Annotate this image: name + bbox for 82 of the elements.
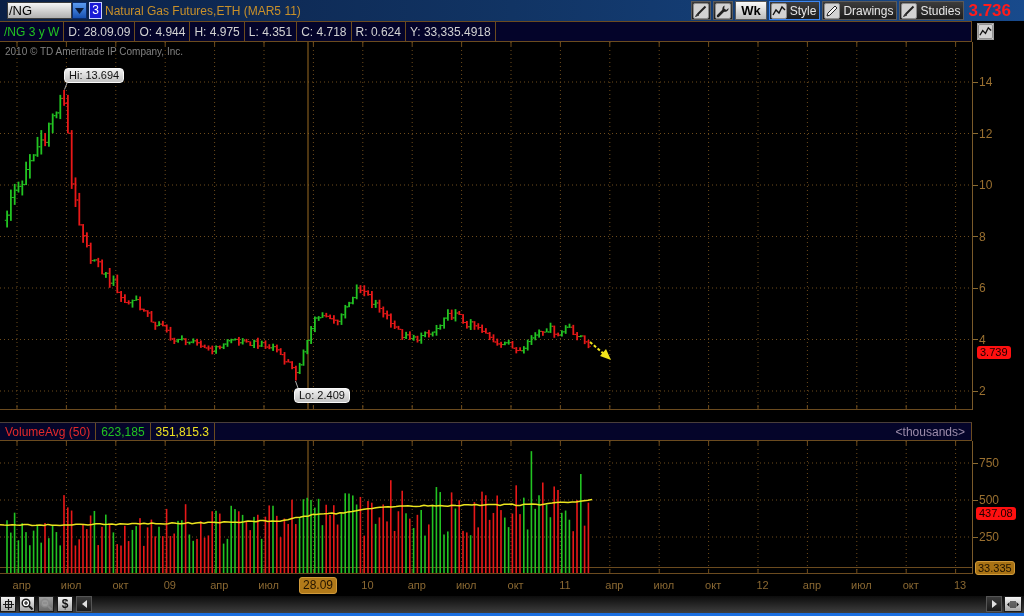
time-axis-label: 10 [361, 579, 374, 591]
quote-value: L: 4.351 [244, 22, 298, 41]
price-axis-label: 10 [979, 179, 993, 191]
units-label: <thousands> [895, 423, 966, 440]
chart-button[interactable] [977, 23, 994, 40]
last-price-marker: 3.739 [977, 346, 1011, 359]
time-axis-label: июл [851, 579, 872, 591]
number-button[interactable]: 3 [89, 2, 102, 19]
time-axis-label: апр [407, 579, 426, 591]
style-button[interactable]: Style [768, 1, 821, 20]
scroll-right-button[interactable] [986, 596, 1002, 612]
cursor-date-label: 28.09 [299, 576, 338, 594]
price-axis-label: 2 [979, 385, 986, 397]
zoom-out-icon [40, 598, 52, 610]
currency-button[interactable]: $ [57, 596, 73, 612]
fit-width-button[interactable] [1004, 596, 1022, 612]
price-axis-label: 12 [979, 127, 993, 140]
time-axis-label: окт [112, 579, 129, 591]
scroll-left-button[interactable] [76, 596, 92, 612]
settings-button[interactable] [713, 1, 734, 20]
high-price-label: Hi: 13.694 [64, 68, 125, 83]
pen-icon [693, 2, 710, 19]
time-axis-label: окт [902, 579, 919, 591]
time-axis-label: июл [60, 579, 82, 591]
leader-line [64, 82, 68, 90]
last-volume-marker: 437.08 [976, 507, 1016, 520]
crosshair-icon [2, 598, 14, 610]
wrench-icon [715, 2, 732, 19]
volume-value: 623,185 [96, 423, 151, 440]
price-axis-label: 8 [979, 230, 986, 243]
time-axis-label: 13 [954, 579, 967, 591]
quote-value: O: 4.944 [135, 22, 191, 41]
time-axis-label: 11 [559, 579, 571, 591]
quote-value: C: 4.718 [297, 22, 352, 41]
volume-axis-label: 750 [979, 457, 1000, 469]
studies-button[interactable]: Studies [899, 1, 965, 20]
aggregation-button[interactable]: Wk [735, 1, 767, 20]
study-title: VolumeAvg (50) [0, 423, 97, 440]
line-chart-icon [770, 2, 787, 19]
price-axis-label: 6 [979, 282, 986, 294]
caret-icon [75, 7, 84, 14]
crosshair-button[interactable] [0, 596, 16, 612]
dropdown-button[interactable] [72, 2, 87, 19]
average-value: 351,815.3 [150, 423, 215, 440]
time-axis-label: апр [12, 579, 31, 591]
price-axis-label: 14 [979, 76, 993, 88]
volume-axis-label: 500 [979, 494, 1000, 506]
time-axis-label: 12 [756, 579, 769, 591]
time-axis-label: апр [605, 579, 624, 591]
quote-value: D: 28.09.09 [64, 22, 136, 41]
low-price-label: Lo: 2.409 [294, 388, 350, 403]
last-price: 3.736 [968, 0, 1011, 21]
time-axis-label: июл [455, 579, 477, 591]
time-axis-label: апр [210, 579, 229, 591]
time-axis-label: июл [653, 579, 675, 591]
quote-value: R: 0.624 [351, 22, 406, 41]
trend-arrow [589, 341, 611, 360]
leader-line [295, 380, 299, 389]
price-axis-label: 4 [979, 333, 986, 346]
drawings-button[interactable]: Drawings [822, 1, 898, 20]
time-axis-label: апр [802, 579, 822, 591]
time-axis-label: окт [705, 579, 722, 591]
volume-axis-label: 250 [979, 531, 1000, 543]
time-axis-label: окт [507, 579, 524, 591]
right-arrow-icon [991, 600, 997, 608]
zoom-in-button[interactable] [19, 596, 35, 612]
copyright-text: 2010 © TD Ameritrade IP Company, Inc. [5, 46, 183, 57]
zoom-in-icon [21, 598, 33, 610]
pencil-icon [824, 2, 841, 19]
left-arrow-icon [81, 600, 87, 608]
quote-value: H: 4.975 [190, 22, 245, 41]
line-chart-icon [978, 24, 993, 39]
drawing-tools-button[interactable] [691, 1, 712, 20]
time-axis-label: 09 [163, 579, 176, 591]
pen-icon [901, 2, 918, 19]
quote-value: Y: 33,335.4918 [405, 22, 496, 41]
instrument-title: Natural Gas Futures,ETH (MAR5 11) [105, 3, 301, 18]
time-axis-label: июл [258, 579, 279, 591]
chart-label: /NG 3 y W [0, 22, 65, 41]
level-marker: 33.335 [975, 561, 1015, 575]
symbol-field[interactable]: /NG [7, 2, 72, 19]
horizontal-arrows-icon [1007, 599, 1019, 609]
